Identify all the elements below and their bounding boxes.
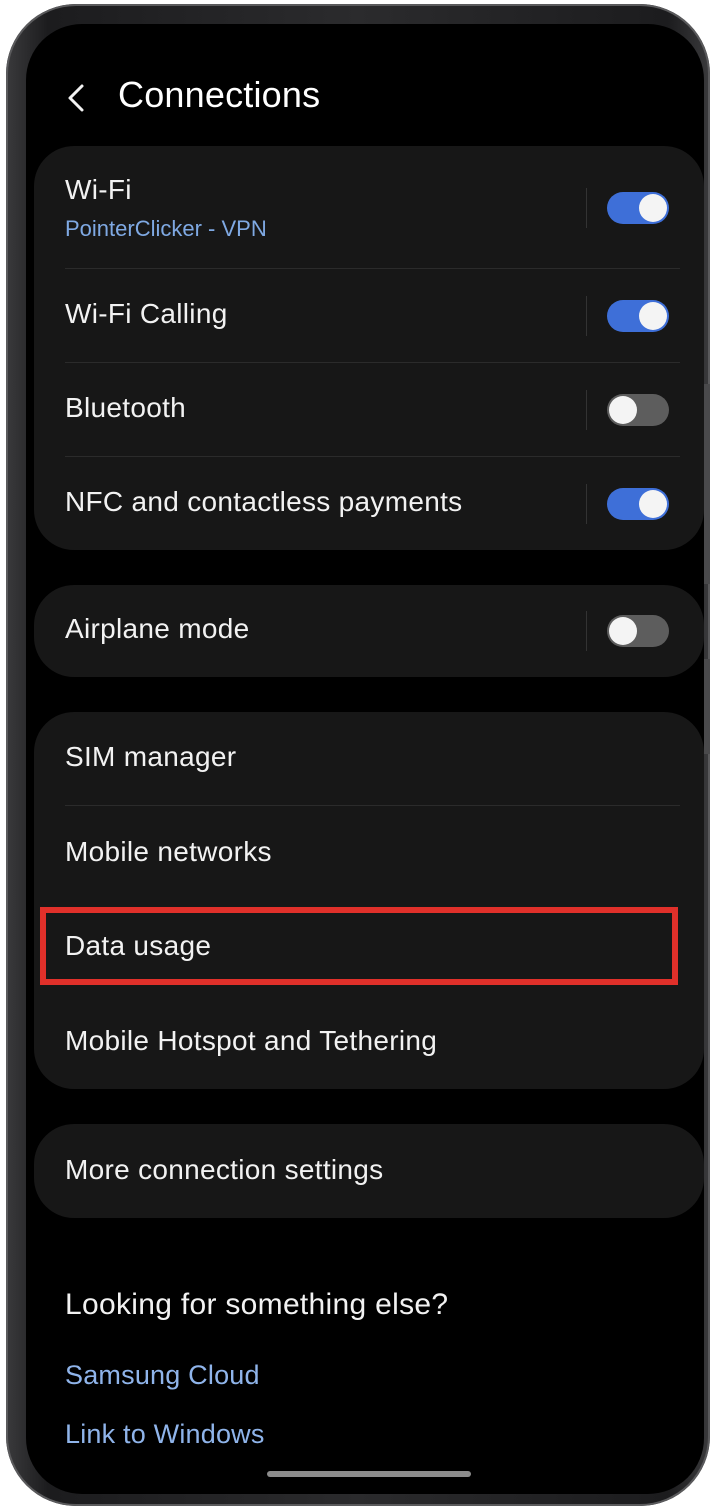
toggle-knob <box>639 194 667 222</box>
nfc-row[interactable]: NFC and contactless payments <box>34 457 704 550</box>
samsung-cloud-link[interactable]: Samsung Cloud <box>65 1360 260 1391</box>
bluetooth-row[interactable]: Bluetooth <box>34 363 704 457</box>
airplane-mode-label: Airplane mode <box>65 613 250 644</box>
more-connection-settings-label: More connection settings <box>65 1154 384 1185</box>
airplane-mode-row[interactable]: Airplane mode <box>34 585 704 677</box>
toggle-separator <box>586 611 587 651</box>
highlight-box <box>40 907 678 985</box>
mobile-hotspot-row[interactable]: Mobile Hotspot and Tethering <box>34 996 704 1089</box>
toggle-knob <box>609 617 637 645</box>
toggle-separator <box>586 188 587 228</box>
chevron-left-icon <box>68 84 84 112</box>
wifi-label: Wi-Fi <box>65 174 132 205</box>
sim-manager-row[interactable]: SIM manager <box>34 712 704 805</box>
toggle-separator <box>586 296 587 336</box>
link-to-windows-link[interactable]: Link to Windows <box>65 1419 265 1450</box>
wifi-calling-row[interactable]: Wi-Fi Calling <box>34 269 704 363</box>
toggle-knob <box>639 302 667 330</box>
wifi-calling-label: Wi-Fi Calling <box>65 298 228 329</box>
wifi-row[interactable]: Wi-Fi PointerClicker - VPN <box>34 146 704 268</box>
sim-manager-label: SIM manager <box>65 741 237 772</box>
toggle-separator <box>586 390 587 430</box>
toggle-knob <box>609 396 637 424</box>
settings-group-wireless: Wi-Fi PointerClicker - VPN Wi-Fi Calling… <box>34 146 704 550</box>
mobile-hotspot-label: Mobile Hotspot and Tethering <box>65 1025 438 1056</box>
mobile-networks-label: Mobile networks <box>65 836 272 867</box>
more-connection-settings-row[interactable]: More connection settings <box>34 1124 704 1218</box>
back-button[interactable] <box>56 78 96 118</box>
phone-frame: Connections Wi-Fi PointerClicker - VPN W… <box>6 4 710 1506</box>
bluetooth-toggle[interactable] <box>607 394 669 426</box>
screen: Connections Wi-Fi PointerClicker - VPN W… <box>26 24 704 1494</box>
wifi-calling-toggle[interactable] <box>607 300 669 332</box>
settings-group-airplane: Airplane mode <box>34 585 704 677</box>
nfc-label: NFC and contactless payments <box>65 486 463 517</box>
bluetooth-label: Bluetooth <box>65 392 187 423</box>
settings-group-more: More connection settings <box>34 1124 704 1218</box>
settings-group-mobile: SIM manager Mobile networks Data usage M… <box>34 712 704 1089</box>
page-title: Connections <box>118 74 321 115</box>
toggle-separator <box>586 484 587 524</box>
mobile-networks-row[interactable]: Mobile networks <box>34 806 704 900</box>
nfc-toggle[interactable] <box>607 488 669 520</box>
toggle-knob <box>639 490 667 518</box>
wifi-network-name: PointerClicker - VPN <box>65 216 267 241</box>
wifi-toggle[interactable] <box>607 192 669 224</box>
suggestions-heading: Looking for something else? <box>65 1288 449 1321</box>
home-indicator[interactable] <box>267 1471 471 1477</box>
app-header: Connections <box>26 64 704 128</box>
airplane-mode-toggle[interactable] <box>607 615 669 647</box>
